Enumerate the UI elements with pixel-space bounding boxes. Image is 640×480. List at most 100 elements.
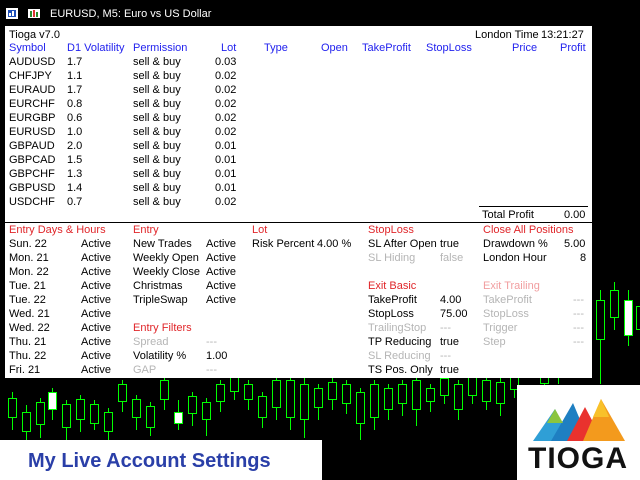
filter-volatility-label: Volatility % [133,350,187,362]
candle-body [286,380,295,418]
total-profit-label: Total Profit [482,209,534,221]
symbol-row-lot: 0.01 [215,154,237,166]
symbol-row-vol: 0.8 [67,98,83,110]
entry-value: Active [206,280,236,292]
candle-body [8,398,17,418]
trailing-stoploss-label: StopLoss [483,308,529,320]
candle-body [118,384,127,402]
symbol-row-lot: 0.01 [215,168,237,180]
filter-gap-label: GAP [133,364,157,376]
close-all-title: Close All Positions [483,224,574,236]
filter-gap-value: --- [206,364,217,376]
symbol-row-symbol: GBPAUD [9,140,55,152]
candle-body [22,412,31,432]
symbol-row-perm: sell & buy [133,112,181,124]
entry-day-status: Active [81,280,111,292]
symbol-row-lot: 0.02 [215,126,237,138]
chart-title-bar: EURUSD, M5: Euro vs US Dollar [0,0,640,28]
symbol-row-vol: 1.0 [67,126,83,138]
symbol-row-perm: sell & buy [133,126,181,138]
entry-day-status: Active [81,364,111,376]
sl-after-open-label: SL After Open [368,238,437,250]
symbol-row-symbol: EURAUD [9,84,56,96]
symbol-row-symbol: GBPUSD [9,182,56,194]
symbol-row-lot: 0.01 [215,182,237,194]
risk-percent-value: 4.00 % [317,238,352,250]
candle-body [328,382,337,400]
symbol-row-vol: 2.0 [67,140,83,152]
candle-body [624,300,633,336]
candle-body [132,399,141,418]
candle-body [314,388,323,408]
trailing-step-label: Step [483,336,506,348]
entry-day-status: Active [81,238,111,250]
london-hour-value: 8 [580,252,587,264]
candle-body [370,384,379,418]
tioga-info-panel: Tioga v7.0 London Time 13:21:27 Symbol D… [5,26,592,378]
mountain-logo-icon [533,399,625,441]
symbol-row-perm: sell & buy [133,98,181,110]
entry-day-status: Active [81,336,111,348]
symbol-row-perm: sell & buy [133,182,181,194]
drawdown-value: 5.00 [564,238,586,250]
entry-value: Active [206,238,236,250]
banner-text: My Live Account Settings [28,450,271,472]
logo-text: TIOGA [528,442,628,475]
exit-takeprofit-value: 4.00 [440,294,462,306]
exit-trailingstop-label: TrailingStop [368,322,427,334]
entry-day-day: Sun. 22 [9,238,47,250]
symbol-row-vol: 1.7 [67,56,83,68]
candle-body [454,384,463,410]
symbol-row-vol: 1.3 [67,168,83,180]
total-profit-divider [479,206,588,207]
entry-day-status: Active [81,294,111,306]
entry-day-status: Active [81,350,111,362]
entry-value: Active [206,252,236,264]
exit-trailing-title: Exit Trailing [483,280,540,292]
entry-day-day: Fri. 21 [9,364,41,376]
symbol-row-vol: 1.5 [67,154,83,166]
candle-body [202,402,211,420]
drawdown-label: Drawdown % [483,238,548,250]
total-profit-value: 0.00 [564,209,586,221]
col-header-permission: Permission [133,42,188,54]
risk-percent-label: Risk Percent [252,238,315,250]
sl-after-open-value: true [440,238,459,250]
symbol-row-symbol: GBPCHF [9,168,55,180]
exit-stoploss-value: 75.00 [440,308,468,320]
entry-day-day: Mon. 21 [9,252,49,264]
candle-body [36,402,45,425]
candle-body [76,399,85,420]
ts-pos-only-label: TS Pos. Only [368,364,433,376]
symbol-row-perm: sell & buy [133,70,181,82]
symbol-row-lot: 0.01 [215,140,237,152]
symbol-row-perm: sell & buy [133,56,181,68]
candle-body [342,384,351,404]
panel-title: Tioga v7.0 [9,29,60,41]
symbol-row-symbol: AUDUSD [9,56,56,68]
sl-reducing-value: --- [440,350,451,362]
candle-body [440,378,449,396]
candle-body [356,392,365,424]
trailing-stoploss-value: --- [573,308,584,320]
symbol-row-symbol: EURGBP [9,112,56,124]
entry-value: Active [206,294,236,306]
candle-body [496,382,505,404]
candle-body [272,380,281,408]
candle-body [174,412,183,424]
candle-body [160,380,169,400]
candle-body [216,384,225,402]
candle-body [62,404,71,428]
trailing-step-value: --- [573,336,584,348]
entry-day-status: Active [81,308,111,320]
candle-body [596,300,605,340]
filter-spread-label: Spread [133,336,169,348]
london-hour-label: London Hour [483,252,547,264]
candle-body [258,396,267,418]
symbol-row-vol: 0.7 [67,196,83,208]
symbol-row-perm: sell & buy [133,84,181,96]
entry-day-day: Thu. 21 [9,336,47,348]
symbol-row-lot: 0.02 [215,84,237,96]
symbol-row-lot: 0.02 [215,196,237,208]
candle-body [48,392,57,410]
